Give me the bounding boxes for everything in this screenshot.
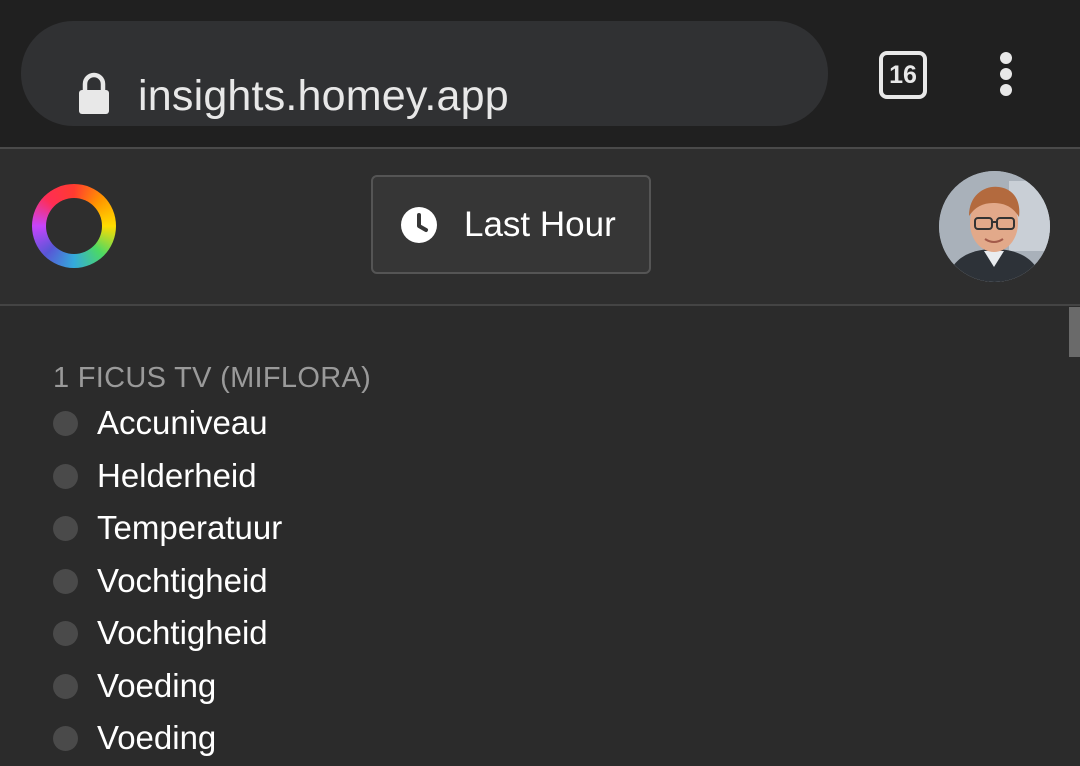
url-text: insights.homey.app bbox=[138, 72, 509, 120]
series-toggle-dot[interactable] bbox=[53, 411, 78, 436]
capability-label: Temperatuur bbox=[97, 509, 283, 546]
tab-switcher-button[interactable]: 16 bbox=[879, 51, 927, 99]
time-range-label: Last Hour bbox=[464, 205, 616, 244]
divider bbox=[0, 304, 1080, 306]
address-bar[interactable]: insights.homey.app bbox=[21, 21, 828, 126]
scrollbar-thumb[interactable] bbox=[1069, 307, 1080, 357]
capability-label: Vochtigheid bbox=[97, 614, 268, 651]
browser-toolbar: insights.homey.app 16 bbox=[0, 0, 1080, 148]
capability-label: Voeding bbox=[97, 666, 217, 704]
series-toggle-dot[interactable] bbox=[53, 673, 78, 699]
series-toggle-dot[interactable] bbox=[53, 516, 78, 541]
series-toggle-dot[interactable] bbox=[53, 568, 78, 594]
more-vertical-icon[interactable] bbox=[996, 52, 1016, 96]
clock-icon bbox=[401, 207, 437, 243]
capability-label: Voeding bbox=[97, 719, 217, 756]
homey-logo-icon[interactable] bbox=[32, 184, 116, 268]
time-range-button[interactable]: Last Hour bbox=[371, 175, 651, 274]
capability-label: Accuniveau bbox=[97, 404, 268, 441]
device-title: 1 FICUS TV (MIFLORA) bbox=[53, 362, 372, 394]
avatar-photo bbox=[939, 171, 1050, 282]
series-toggle-dot[interactable] bbox=[53, 621, 78, 646]
series-toggle-dot[interactable] bbox=[53, 463, 78, 489]
lock-icon bbox=[79, 72, 109, 114]
capability-label: Helderheid bbox=[97, 456, 257, 494]
user-avatar[interactable] bbox=[939, 171, 1050, 282]
series-toggle-dot[interactable] bbox=[53, 726, 78, 751]
capability-label: Vochtigheid bbox=[97, 561, 268, 599]
